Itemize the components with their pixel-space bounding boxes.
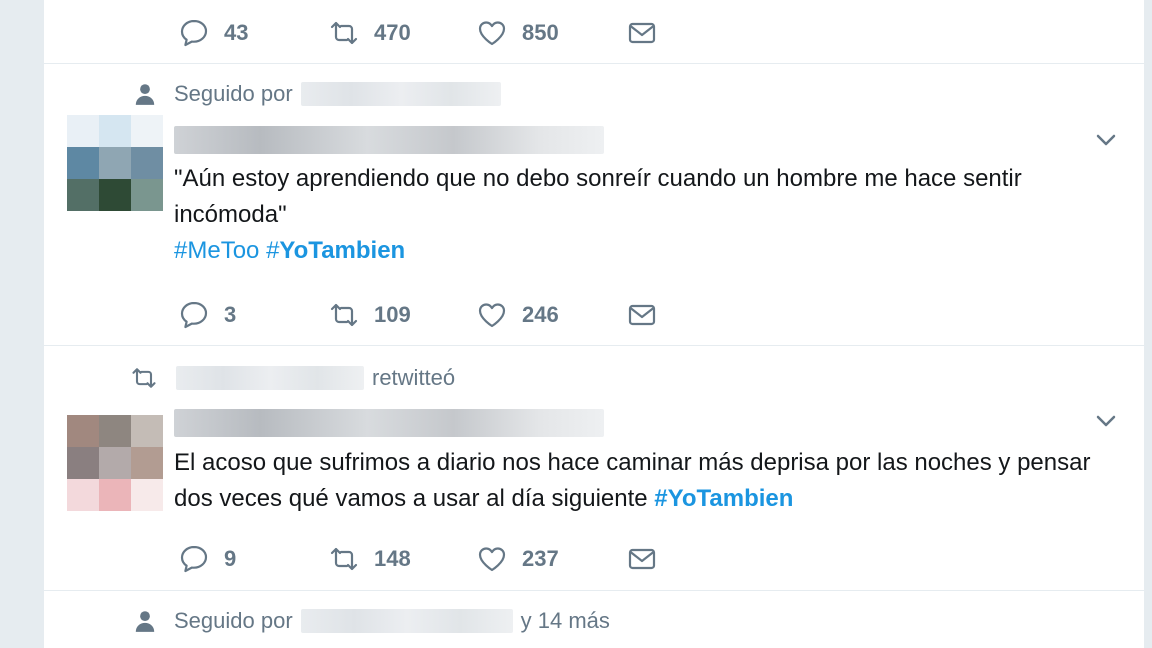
hashtag-link[interactable]: #YoTambien [654,485,793,512]
like-button[interactable]: 246 [476,295,559,335]
person-icon [135,84,155,105]
context-label: Seguido por [174,608,293,633]
like-button[interactable]: 850 [476,13,559,53]
tweet-text: "Aún estoy aprendiendo que no debo sonre… [174,161,1124,269]
retweet-count: 148 [374,546,411,571]
reply-icon [180,301,208,329]
like-count: 246 [522,302,559,327]
hashtag-link[interactable]: #YoTambien [266,237,405,264]
tweet-text: El acoso que sufrimos a diario nos hace … [174,445,1124,517]
avatar[interactable] [67,115,163,211]
social-context: Seguido por y 14 más [132,608,610,634]
reply-count: 3 [224,302,237,327]
reply-icon [180,19,208,47]
chevron-down-icon [1096,415,1116,427]
tweet-menu-button[interactable] [1094,128,1118,152]
direct-message-icon [628,304,656,326]
tweet-menu-button[interactable] [1094,409,1118,433]
retweet-button[interactable]: 148 [328,539,411,579]
reply-count: 9 [224,546,237,571]
tweet-divider [44,345,1144,346]
hashtag-link[interactable]: #MeToo [174,237,259,264]
direct-message-button[interactable] [626,295,658,335]
tweet-quote: "Aún estoy aprendiendo que no debo sonre… [174,165,1022,228]
tweet-actions: 3 109 246 [44,295,1144,335]
direct-message-button[interactable] [626,13,658,53]
retweet-button[interactable]: 109 [328,295,411,335]
like-button[interactable]: 237 [476,539,559,579]
retweet-button[interactable]: 470 [328,13,411,53]
retweet-count: 470 [374,20,411,45]
like-icon [478,303,506,328]
reply-button[interactable]: 3 [178,295,236,335]
reply-icon [180,545,208,573]
retweet-icon [330,21,358,45]
reply-button[interactable]: 43 [178,13,248,53]
retweet-icon [330,303,358,327]
author-name-redacted[interactable] [174,409,604,437]
author-name-redacted[interactable] [174,126,604,154]
redacted-followers [300,609,513,633]
context-label: retwitteó [372,365,456,390]
tweet-actions: 43 470 850 [44,13,1144,53]
retweet-icon [330,547,358,571]
chevron-down-icon [1096,134,1116,146]
direct-message-icon [628,548,656,570]
like-count: 237 [522,546,559,571]
tweet-divider [44,63,1144,64]
hashtag-word: YoTambien [279,237,406,264]
direct-message-icon [628,22,656,44]
like-icon [478,547,506,572]
redacted-followers [300,82,501,106]
redacted-retweeter[interactable] [176,366,364,390]
reply-count: 43 [224,20,249,45]
retweet-icon [132,368,156,388]
direct-message-button[interactable] [626,539,658,579]
avatar[interactable] [67,415,163,511]
timeline: 43 470 850 Seguido por "Aún estoy aprend… [44,0,1144,648]
retweet-count: 109 [374,302,411,327]
context-label: Seguido por [174,81,293,106]
person-icon [135,611,155,632]
like-count: 850 [522,20,559,45]
reply-button[interactable]: 9 [178,539,236,579]
hashtag-symbol: # [266,237,280,264]
tweet-body: El acoso que sufrimos a diario nos hace … [174,449,1091,512]
context-suffix: y 14 más [520,608,610,633]
social-context: Seguido por [132,81,501,107]
social-context: retwitteó [130,364,455,392]
like-icon [478,21,506,46]
tweet-actions: 9 148 237 [44,539,1144,579]
tweet-divider [44,590,1144,591]
